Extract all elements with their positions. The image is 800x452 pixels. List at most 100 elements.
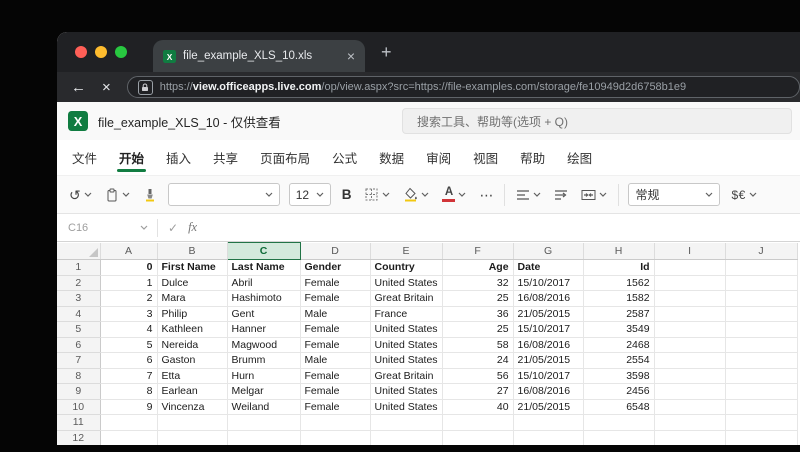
- row-header-9[interactable]: 9: [57, 383, 101, 400]
- cell-F11[interactable]: [442, 414, 514, 431]
- stop-button[interactable]: ×: [102, 80, 111, 95]
- row-header-10[interactable]: 10: [57, 399, 101, 415]
- cell-H2[interactable]: 1562: [583, 275, 655, 291]
- font-size-select[interactable]: 12: [288, 183, 331, 206]
- cell-B6[interactable]: Nereida: [157, 337, 228, 353]
- column-header-B[interactable]: B: [157, 242, 228, 260]
- cell-J8[interactable]: [725, 368, 798, 384]
- more-font-options-button[interactable]: ⋯: [477, 182, 495, 208]
- cell-A4[interactable]: 3: [100, 306, 158, 322]
- cell-A10[interactable]: 9: [100, 399, 158, 415]
- window-zoom-button[interactable]: [115, 46, 127, 58]
- cell-C6[interactable]: Magwood: [227, 337, 301, 353]
- menu-tab-page-layout[interactable]: 页面布局: [249, 140, 321, 175]
- cell-C1[interactable]: Last Name: [227, 259, 301, 276]
- row-header-2[interactable]: 2: [57, 275, 101, 291]
- cell-J6[interactable]: [725, 337, 798, 353]
- cell-C3[interactable]: Hashimoto: [227, 290, 301, 307]
- menu-tab-formulas[interactable]: 公式: [321, 140, 368, 175]
- cell-A9[interactable]: 8: [100, 383, 158, 400]
- cell-I1[interactable]: [654, 259, 726, 276]
- column-header-A[interactable]: A: [100, 242, 158, 260]
- search-input[interactable]: 搜索工具、帮助等(选项 + Q): [402, 108, 792, 134]
- cell-C11[interactable]: [227, 414, 301, 431]
- wrap-text-button[interactable]: [552, 182, 570, 208]
- cell-A1[interactable]: 0: [100, 259, 158, 276]
- cell-I6[interactable]: [654, 337, 726, 353]
- cell-F7[interactable]: 24: [442, 352, 514, 369]
- font-name-select[interactable]: [167, 183, 280, 206]
- cell-D12[interactable]: [300, 430, 371, 445]
- cell-B4[interactable]: Philip: [157, 306, 228, 322]
- cell-J4[interactable]: [725, 306, 798, 322]
- cell-D11[interactable]: [300, 414, 371, 431]
- cell-J7[interactable]: [725, 352, 798, 369]
- cell-E1[interactable]: Country: [370, 259, 443, 276]
- cell-E7[interactable]: United States: [370, 352, 443, 369]
- cell-G3[interactable]: 16/08/2016: [513, 290, 584, 307]
- menu-tab-share[interactable]: 共享: [202, 140, 249, 175]
- cell-G4[interactable]: 21/05/2015: [513, 306, 584, 322]
- cell-H6[interactable]: 2468: [583, 337, 655, 353]
- cell-I3[interactable]: [654, 290, 726, 307]
- cell-I12[interactable]: [654, 430, 726, 445]
- cell-D4[interactable]: Male: [300, 306, 371, 322]
- cell-D10[interactable]: Female: [300, 399, 371, 415]
- cell-F6[interactable]: 58: [442, 337, 514, 353]
- cell-B7[interactable]: Gaston: [157, 352, 228, 369]
- cell-C2[interactable]: Abril: [227, 275, 301, 291]
- cell-I11[interactable]: [654, 414, 726, 431]
- select-all-corner[interactable]: [57, 242, 101, 260]
- column-header-G[interactable]: G: [513, 242, 584, 260]
- cell-G11[interactable]: [513, 414, 584, 431]
- cell-G1[interactable]: Date: [513, 259, 584, 276]
- cell-I4[interactable]: [654, 306, 726, 322]
- cell-H5[interactable]: 3549: [583, 321, 655, 338]
- cell-C10[interactable]: Weiland: [227, 399, 301, 415]
- cell-A3[interactable]: 2: [100, 290, 158, 307]
- cell-E4[interactable]: France: [370, 306, 443, 322]
- cell-A2[interactable]: 1: [100, 275, 158, 291]
- column-header-C[interactable]: C: [226, 242, 301, 260]
- row-header-5[interactable]: 5: [57, 321, 101, 338]
- cell-D2[interactable]: Female: [300, 275, 371, 291]
- cell-A7[interactable]: 6: [100, 352, 158, 369]
- row-header-7[interactable]: 7: [57, 352, 101, 369]
- enter-formula-icon[interactable]: ✓: [158, 221, 188, 235]
- new-tab-button[interactable]: +: [381, 43, 392, 61]
- cell-H12[interactable]: [583, 430, 655, 445]
- cell-B1[interactable]: First Name: [157, 259, 228, 276]
- tab-close-icon[interactable]: ×: [347, 49, 355, 63]
- fill-color-button[interactable]: [401, 182, 431, 208]
- cell-J3[interactable]: [725, 290, 798, 307]
- cell-I7[interactable]: [654, 352, 726, 369]
- menu-tab-draw[interactable]: 绘图: [556, 140, 603, 175]
- cell-H4[interactable]: 2587: [583, 306, 655, 322]
- paste-button[interactable]: [103, 182, 132, 208]
- font-color-button[interactable]: A: [440, 182, 468, 208]
- row-header-11[interactable]: 11: [57, 414, 101, 431]
- cell-G9[interactable]: 16/08/2016: [513, 383, 584, 400]
- cell-A11[interactable]: [100, 414, 158, 431]
- cell-F1[interactable]: Age: [442, 259, 514, 276]
- cell-B9[interactable]: Earlean: [157, 383, 228, 400]
- cell-B11[interactable]: [157, 414, 228, 431]
- cell-G12[interactable]: [513, 430, 584, 445]
- cell-J12[interactable]: [725, 430, 798, 445]
- menu-tab-home[interactable]: 开始: [108, 140, 155, 175]
- cell-B2[interactable]: Dulce: [157, 275, 228, 291]
- row-header-4[interactable]: 4: [57, 306, 101, 322]
- cell-C7[interactable]: Brumm: [227, 352, 301, 369]
- cell-I10[interactable]: [654, 399, 726, 415]
- cell-B8[interactable]: Etta: [157, 368, 228, 384]
- cell-A12[interactable]: [100, 430, 158, 445]
- address-bar[interactable]: https://view.officeapps.live.com/op/view…: [126, 76, 800, 98]
- bold-button[interactable]: B: [340, 182, 354, 208]
- cell-B12[interactable]: [157, 430, 228, 445]
- cell-A5[interactable]: 4: [100, 321, 158, 338]
- cell-J9[interactable]: [725, 383, 798, 400]
- cell-D5[interactable]: Female: [300, 321, 371, 338]
- cell-C9[interactable]: Melgar: [227, 383, 301, 400]
- currency-format-button[interactable]: $€: [729, 182, 758, 208]
- cell-E6[interactable]: United States: [370, 337, 443, 353]
